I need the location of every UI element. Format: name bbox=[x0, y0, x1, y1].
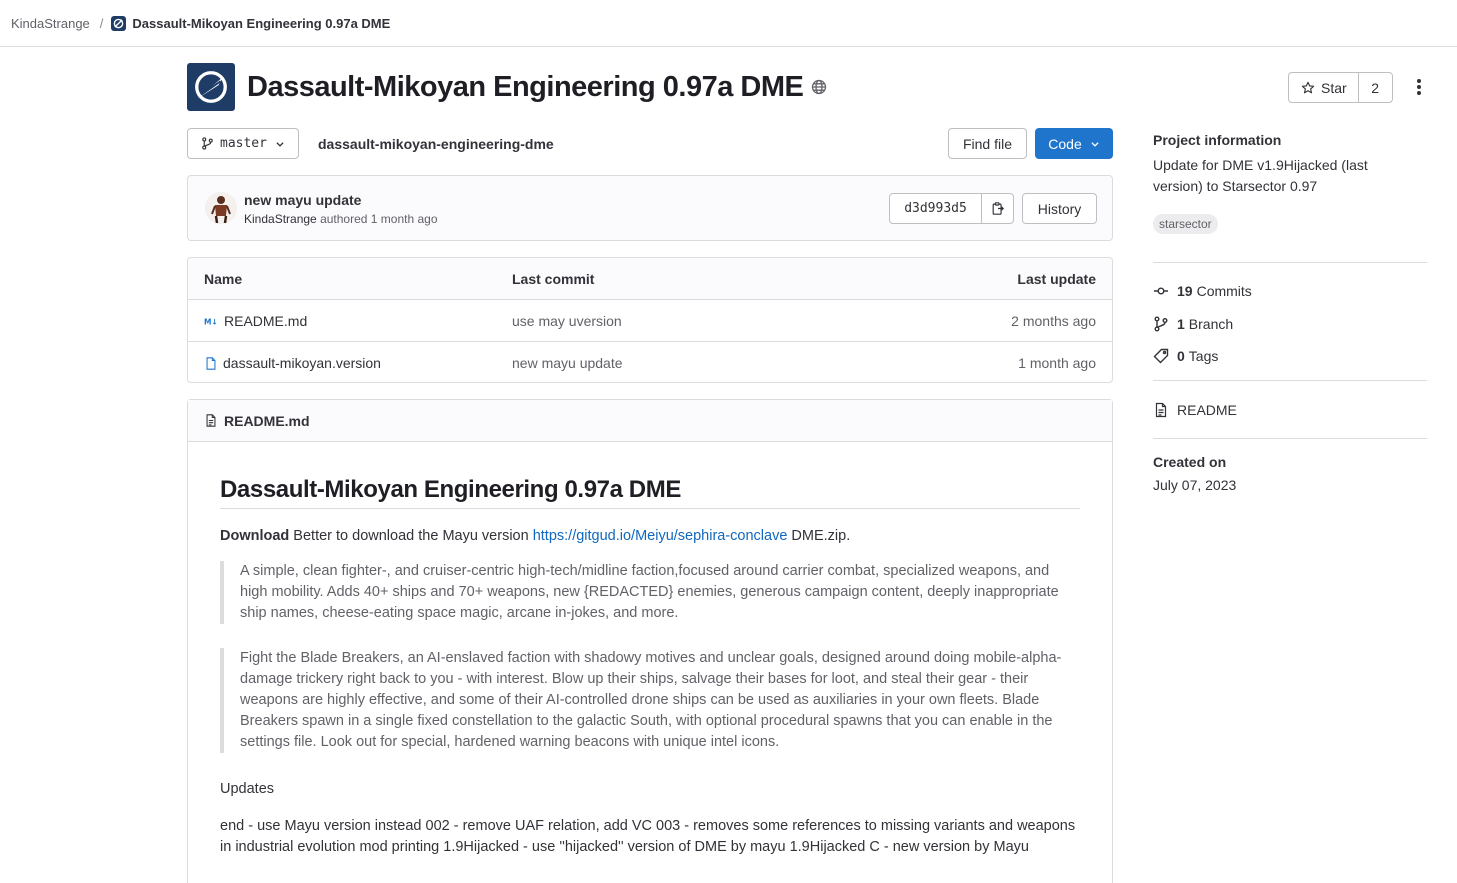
created-on-value: July 07, 2023 bbox=[1153, 477, 1237, 493]
breadcrumb-project-label: Dassault-Mikoyan Engineering 0.97a DME bbox=[132, 15, 391, 31]
readme-updates-label: Updates bbox=[220, 781, 275, 797]
copy-sha-button[interactable] bbox=[982, 194, 1013, 223]
breadcrumb-owner-link[interactable]: KindaStrange bbox=[11, 16, 90, 31]
code-button[interactable]: Code bbox=[1035, 128, 1113, 159]
file-last-update: 2 months ago bbox=[1011, 313, 1096, 329]
star-button[interactable]: Star bbox=[1289, 73, 1359, 102]
readme-link[interactable]: README bbox=[1153, 402, 1237, 418]
history-button[interactable]: History bbox=[1022, 193, 1097, 224]
column-header-last-update: Last update bbox=[1017, 271, 1096, 287]
readme-header: README.md bbox=[188, 400, 1112, 442]
tags-count: 0 bbox=[1177, 348, 1185, 364]
star-label: Star bbox=[1321, 79, 1347, 96]
tags-label: Tags bbox=[1188, 348, 1219, 364]
last-commit-panel: new mayu update KindaStrange authored 1 … bbox=[187, 175, 1113, 241]
created-on-label: Created on bbox=[1153, 454, 1227, 470]
readme-label: README bbox=[1177, 402, 1237, 418]
commit-title[interactable]: new mayu update bbox=[244, 192, 361, 208]
project-header: Dassault-Mikoyan Engineering 0.97a DME bbox=[187, 63, 827, 111]
repo-path-name[interactable]: dassault-mikoyan-engineering-dme bbox=[318, 136, 554, 152]
branch-selector[interactable]: master bbox=[187, 128, 299, 159]
star-group: Star 2 bbox=[1288, 72, 1393, 103]
commit-icon bbox=[1154, 287, 1168, 295]
commit-time: authored 1 month ago bbox=[320, 212, 438, 226]
commit-meta: KindaStrange authored 1 month ago bbox=[244, 212, 438, 226]
readme-download-line: Download Better to download the Mayu ver… bbox=[220, 526, 850, 547]
star-icon bbox=[1301, 81, 1315, 93]
chevron-down-icon bbox=[276, 141, 284, 147]
readme-file-icon bbox=[206, 414, 216, 427]
branch-label: Branch bbox=[1188, 316, 1234, 332]
project-info-title: Project information bbox=[1153, 132, 1282, 148]
code-button-label: Code bbox=[1048, 135, 1082, 152]
file-link[interactable]: M↓ README.md bbox=[204, 313, 307, 329]
clipboard-icon bbox=[992, 202, 1004, 215]
download-text: Better to download the Mayu version bbox=[289, 528, 533, 544]
globe-icon bbox=[811, 79, 827, 95]
commits-link[interactable]: 19 Commits bbox=[1153, 283, 1252, 299]
author-avatar[interactable] bbox=[205, 192, 237, 224]
breadcrumb-project-link[interactable]: Dassault-Mikoyan Engineering 0.97a DME bbox=[111, 15, 391, 31]
sidebar-divider bbox=[1153, 438, 1427, 439]
branch-icon bbox=[1154, 316, 1168, 332]
file-last-update: 1 month ago bbox=[1018, 355, 1096, 371]
commit-sha[interactable]: d3d993d5 bbox=[890, 194, 982, 223]
sidebar-divider bbox=[1153, 262, 1427, 263]
svg-text:M↓: M↓ bbox=[204, 317, 218, 326]
project-avatar-small bbox=[111, 15, 127, 31]
breadcrumb-separator: / bbox=[99, 15, 104, 31]
download-link[interactable]: https://gitgud.io/Meiyu/sephira-conclave bbox=[533, 528, 788, 544]
readme-quote-2: Fight the Blade Breakers, an AI-enslaved… bbox=[220, 648, 1080, 753]
file-name: README.md bbox=[224, 313, 308, 329]
download-bold: Download bbox=[220, 528, 290, 544]
file-table: Name Last commit Last update M↓ README.m… bbox=[187, 257, 1113, 383]
commit-sha-group: d3d993d5 bbox=[889, 193, 1014, 224]
column-header-name: Name bbox=[204, 271, 243, 287]
readme-icon bbox=[1155, 402, 1167, 418]
project-avatar[interactable] bbox=[187, 63, 235, 111]
readme-updates-text: end - use Mayu version instead 002 - rem… bbox=[220, 818, 1076, 855]
table-row[interactable]: dassault-mikoyan.version new mayu update… bbox=[188, 342, 1112, 382]
readme-filename[interactable]: README.md bbox=[224, 413, 310, 429]
file-name: dassault-mikoyan.version bbox=[223, 355, 381, 371]
file-link[interactable]: dassault-mikoyan.version bbox=[204, 355, 381, 371]
file-icon bbox=[206, 356, 216, 370]
chevron-down-icon bbox=[1091, 141, 1099, 147]
branch-icon bbox=[202, 137, 213, 150]
project-description: Update for DME v1.9Hijacked (last versio… bbox=[1153, 157, 1368, 194]
branch-label: master bbox=[220, 136, 267, 151]
readme-quote-1: A simple, clean fighter-, and cruiser-ce… bbox=[220, 561, 1080, 624]
branches-link[interactable]: 1 Branch bbox=[1153, 316, 1233, 332]
table-row[interactable]: M↓ README.md use may uversion 2 months a… bbox=[188, 300, 1112, 342]
project-title: Dassault-Mikoyan Engineering 0.97a DME bbox=[247, 70, 804, 103]
star-count[interactable]: 2 bbox=[1359, 73, 1392, 102]
column-header-last-commit: Last commit bbox=[512, 271, 595, 287]
file-last-commit[interactable]: use may uversion bbox=[512, 313, 622, 329]
commits-label: Commits bbox=[1196, 283, 1252, 299]
readme-heading: Dassault-Mikoyan Engineering 0.97a DME bbox=[220, 476, 1080, 509]
readme-panel: README.md Dassault-Mikoyan Engineering 0… bbox=[187, 399, 1113, 883]
file-last-commit[interactable]: new mayu update bbox=[512, 355, 623, 371]
commits-count: 19 bbox=[1177, 283, 1193, 299]
breadcrumb: KindaStrange / Dassault-Mikoyan Engineer… bbox=[0, 0, 1457, 47]
branch-count: 1 bbox=[1177, 316, 1185, 332]
sidebar-divider bbox=[1153, 380, 1427, 381]
tag-icon bbox=[1153, 348, 1169, 364]
table-header-row: Name Last commit Last update bbox=[188, 258, 1112, 300]
find-file-button[interactable]: Find file bbox=[948, 128, 1027, 159]
topic-badge[interactable]: starsector bbox=[1153, 214, 1218, 234]
more-actions-icon[interactable] bbox=[1412, 76, 1426, 98]
markdown-icon: M↓ bbox=[204, 317, 218, 326]
download-suffix: DME.zip. bbox=[787, 528, 851, 544]
commit-author-link[interactable]: KindaStrange bbox=[244, 212, 317, 226]
tags-link[interactable]: 0 Tags bbox=[1153, 348, 1218, 364]
